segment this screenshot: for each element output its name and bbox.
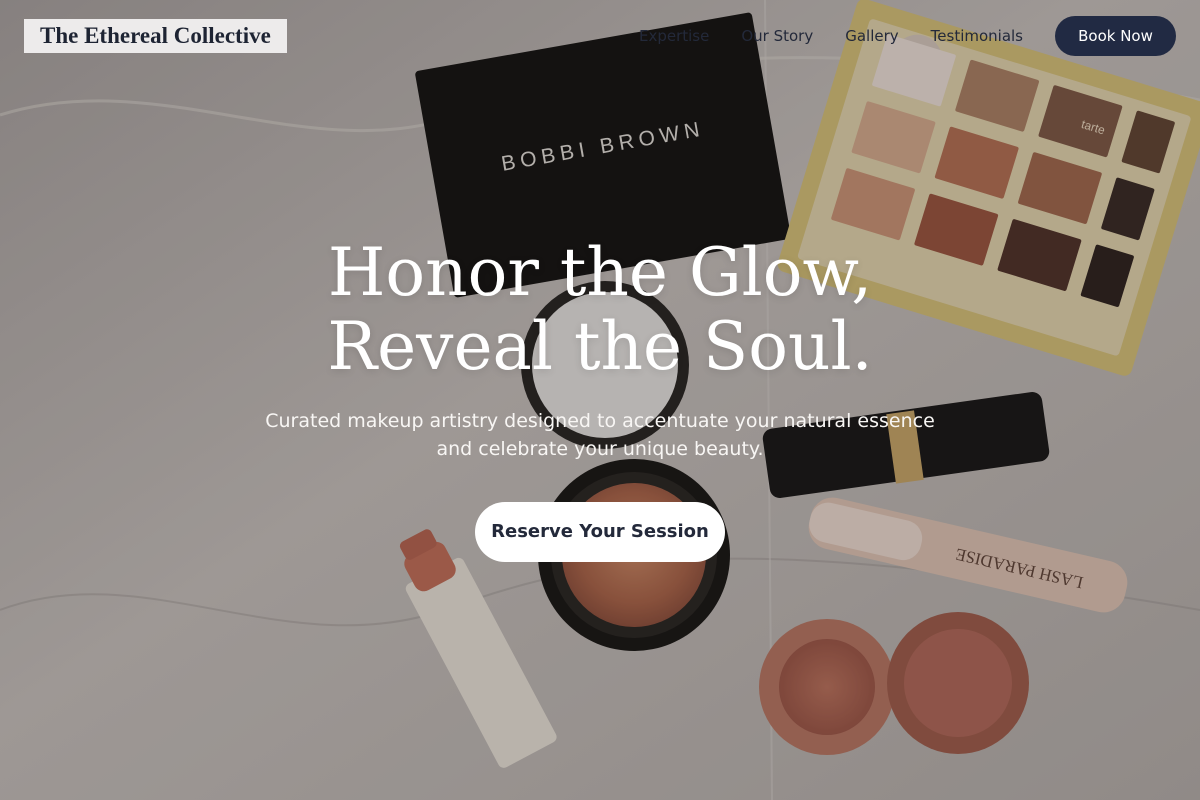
hero-headline-line-1: Honor the Glow, xyxy=(327,234,873,311)
landing-page: BOBBI BROWN tarte LASH PARADISE The Ethe… xyxy=(0,0,1200,800)
hero-headline-line-2: Reveal the Soul. xyxy=(327,308,873,385)
reserve-session-button[interactable]: Reserve Your Session xyxy=(475,502,725,562)
navigation-links: Expertise Our Story Gallery Testimonials xyxy=(639,24,1023,48)
hero-subheadline: Curated makeup artistry designed to acce… xyxy=(265,410,935,460)
book-now-button[interactable]: Book Now xyxy=(1055,16,1176,56)
hero-headline: Honor the Glow, Reveal the Soul. xyxy=(250,236,950,384)
top-navigation: The Ethereal Collective Expertise Our St… xyxy=(0,0,1200,72)
nav-link-gallery[interactable]: Gallery xyxy=(845,24,898,48)
hero-overlay xyxy=(0,0,1200,800)
nav-link-expertise[interactable]: Expertise xyxy=(639,24,709,48)
nav-link-testimonials[interactable]: Testimonials xyxy=(931,24,1023,48)
nav-link-our-story[interactable]: Our Story xyxy=(741,24,813,48)
site-logo[interactable]: The Ethereal Collective xyxy=(24,19,287,53)
